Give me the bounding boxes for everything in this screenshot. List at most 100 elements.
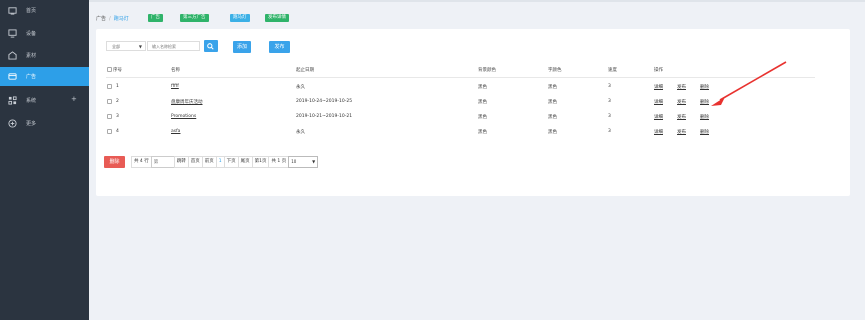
row-name-link[interactable]: asfa (171, 129, 180, 134)
status-select[interactable]: 全部 ▼ (106, 41, 146, 51)
breadcrumb-root[interactable]: 广告 (96, 16, 106, 22)
breadcrumb: 广告 / 跑马灯 (96, 15, 129, 22)
home-icon (8, 6, 17, 15)
next-page-button[interactable]: 下页 (223, 156, 239, 168)
row-bg-color: 黑色 (478, 115, 487, 120)
sidebar-item-system[interactable]: 系统 + (0, 91, 89, 110)
row-font-color: 黑色 (548, 100, 557, 105)
grid-icon (8, 96, 17, 105)
col-header-name: 名称 (171, 68, 180, 73)
delete-link[interactable]: 删除 (700, 84, 709, 90)
row-bg-color: 黑色 (478, 100, 487, 105)
sidebar-item-label: 首页 (26, 8, 37, 14)
page-info: 第1页 (251, 156, 270, 168)
row-bg-color: 黑色 (478, 130, 487, 135)
bulk-delete-button[interactable]: 删除 (104, 156, 125, 168)
add-button[interactable]: 添加 (233, 41, 251, 53)
row-checkbox[interactable] (107, 84, 112, 89)
total-pages: 共 1 页 (268, 156, 290, 168)
publish-link[interactable]: 发布 (677, 99, 686, 105)
row-font-color: 黑色 (548, 130, 557, 135)
row-index: 1 (116, 84, 119, 89)
details-link[interactable]: 详细 (654, 99, 663, 105)
sidebar-item-ads[interactable]: 广告 (0, 67, 89, 86)
total-rows: 共 4 行 (131, 156, 152, 168)
details-link[interactable]: 详细 (654, 129, 663, 135)
image-icon (8, 51, 17, 60)
row-index: 2 (116, 99, 119, 104)
sidebar-item-label: 设备 (26, 31, 37, 37)
tab-marquee[interactable]: 跑马灯 (230, 14, 250, 22)
page-size-select[interactable]: 10 ▼ (288, 156, 319, 168)
sidebar-item-label: 素材 (26, 53, 37, 59)
sidebar: 首页 设备 素材 广告 系统 + 更多 (0, 0, 89, 320)
ad-icon (8, 72, 17, 81)
row-dates: 2019-10-24~2019-10-25 (296, 99, 353, 104)
details-link[interactable]: 详细 (654, 84, 663, 90)
row-name-link[interactable]: fffff (171, 84, 179, 89)
publish-button[interactable]: 发布 (269, 41, 290, 53)
col-header-index: 序号 (113, 68, 122, 73)
sidebar-item-device[interactable]: 设备 (0, 24, 89, 43)
publish-link[interactable]: 发布 (677, 84, 686, 90)
prev-page-button[interactable]: 前页 (201, 156, 217, 168)
row-dates: 2019-10-21~2019-10-21 (296, 114, 353, 119)
search-button[interactable] (204, 40, 218, 52)
row-font-color: 黑色 (548, 115, 557, 120)
first-page-button[interactable]: 首页 (187, 156, 203, 168)
page-size-value: 10 (291, 159, 297, 164)
sidebar-item-home[interactable]: 首页 (0, 1, 89, 20)
select-all-checkbox[interactable] (107, 67, 112, 72)
search-icon (207, 43, 214, 50)
search-input[interactable] (147, 41, 200, 51)
breadcrumb-current: 跑马灯 (113, 16, 129, 22)
jump-page-input[interactable] (150, 156, 175, 168)
details-link[interactable]: 详细 (654, 114, 663, 120)
delete-link[interactable]: 删除 (700, 99, 709, 105)
row-speed: 3 (608, 99, 611, 104)
col-header-font-color: 字颜色 (548, 68, 562, 73)
breadcrumb-separator: / (109, 16, 111, 22)
col-header-bg-color: 背景颜色 (478, 68, 496, 73)
pagination: 共 4 行 跳转 首页 前页 1 下页 尾页 第1页 共 1 页 10▼ (131, 156, 319, 168)
row-speed: 3 (608, 84, 611, 89)
sidebar-item-label: 系统 (26, 98, 37, 104)
jump-button[interactable]: 跳转 (173, 156, 189, 168)
sidebar-item-label: 广告 (26, 74, 37, 80)
chevron-down-icon: ▼ (312, 159, 316, 164)
content-panel (96, 29, 850, 196)
plus-circle-icon (8, 119, 17, 128)
delete-link[interactable]: 删除 (700, 114, 709, 120)
tab-ads[interactable]: 广告 (148, 14, 163, 22)
row-font-color: 黑色 (548, 85, 557, 90)
row-speed: 3 (608, 114, 611, 119)
tab-third-party-ads[interactable]: 第三方广告 (180, 14, 209, 22)
row-dates: 永久 (296, 130, 305, 135)
publish-link[interactable]: 发布 (677, 129, 686, 135)
delete-link[interactable]: 删除 (700, 129, 709, 135)
row-checkbox[interactable] (107, 114, 112, 119)
header-divider (106, 77, 815, 78)
row-bg-color: 黑色 (478, 85, 487, 90)
status-select-value: 全部 (112, 44, 120, 49)
row-checkbox[interactable] (107, 129, 112, 134)
row-speed: 3 (608, 129, 611, 134)
top-bar (89, 0, 865, 2)
col-header-speed: 速度 (608, 68, 617, 73)
row-name-link[interactable]: 盘康周年庆活动 (171, 99, 203, 105)
last-page-button[interactable]: 尾页 (237, 156, 253, 168)
monitor-icon (8, 29, 17, 38)
col-header-actions: 操作 (654, 68, 663, 73)
publish-link[interactable]: 发布 (677, 114, 686, 120)
row-name-link[interactable]: Promotions (171, 114, 196, 119)
col-header-dates: 起止日期 (296, 68, 314, 73)
row-checkbox[interactable] (107, 99, 112, 104)
sidebar-item-material[interactable]: 素材 (0, 46, 89, 65)
sidebar-item-more[interactable]: 更多 (0, 114, 89, 133)
chevron-down-icon: ▼ (138, 44, 142, 49)
expand-plus-icon[interactable]: + (71, 95, 77, 103)
sidebar-item-label: 更多 (26, 121, 37, 127)
row-index: 3 (116, 114, 119, 119)
tab-publish-details[interactable]: 发布详情 (265, 14, 289, 22)
row-index: 4 (116, 129, 119, 134)
